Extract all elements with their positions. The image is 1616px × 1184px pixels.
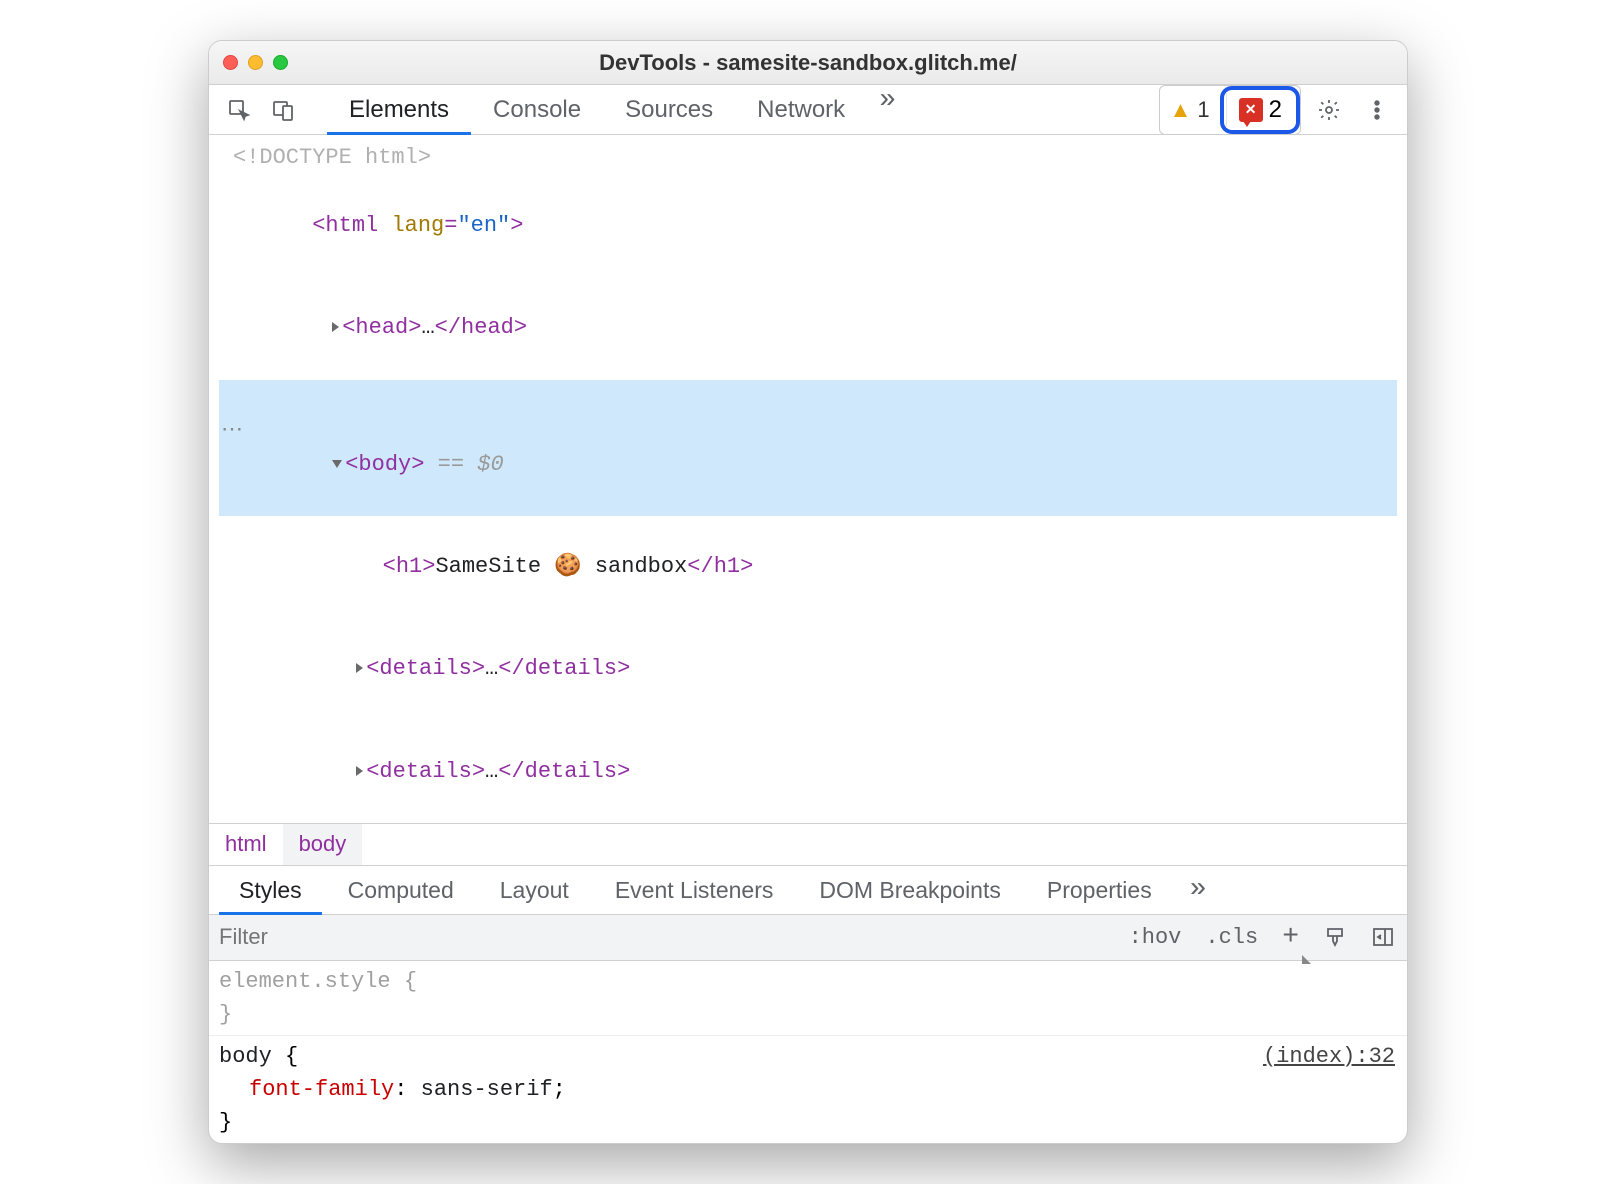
- maximize-window-button[interactable]: [273, 55, 288, 70]
- styles-filter-input[interactable]: [209, 924, 1117, 950]
- inspect-icon[interactable]: [219, 90, 259, 130]
- subtab-styles[interactable]: Styles: [219, 865, 322, 915]
- expand-icon[interactable]: [356, 766, 363, 776]
- subtab-dom-breakpoints[interactable]: DOM Breakpoints: [799, 865, 1021, 915]
- more-tabs-button[interactable]: »: [867, 85, 908, 135]
- error-icon: ✕: [1239, 98, 1263, 122]
- dom-doctype[interactable]: <!DOCTYPE html>: [219, 141, 1397, 175]
- dom-hover-dots[interactable]: ⋯: [221, 414, 243, 448]
- dom-tree[interactable]: <!DOCTYPE html> <html lang="en"> <head>……: [209, 135, 1407, 823]
- warning-counter[interactable]: ▲ 1: [1160, 86, 1220, 134]
- breadcrumb-html[interactable]: html: [209, 824, 283, 865]
- tab-console[interactable]: Console: [471, 85, 603, 135]
- devtools-window: DevTools - samesite-sandbox.glitch.me/ E…: [208, 40, 1408, 1144]
- toolbar-right: ▲ 1 ✕ 2: [1159, 85, 1397, 135]
- styles-toolbar: :hov .cls +: [209, 915, 1407, 961]
- dom-h1[interactable]: <h1>SameSite 🍪 sandbox</h1>: [219, 516, 1397, 618]
- warning-icon: ▲: [1170, 97, 1192, 123]
- highlight-ring: ✕ 2: [1220, 86, 1300, 134]
- styles-subtabs: Styles Computed Layout Event Listeners D…: [209, 865, 1407, 915]
- window-title: DevTools - samesite-sandbox.glitch.me/: [209, 50, 1407, 76]
- body-style-rule[interactable]: (index):32 body { font-family: sans-seri…: [209, 1036, 1407, 1143]
- warning-count: 1: [1197, 97, 1209, 123]
- element-style-rule[interactable]: element.style { }: [209, 961, 1407, 1036]
- more-options-icon[interactable]: [1357, 90, 1397, 130]
- expand-icon[interactable]: [332, 322, 339, 332]
- hover-toggle-button[interactable]: :hov: [1117, 915, 1194, 960]
- dom-details-2[interactable]: <details>…</details>: [219, 721, 1397, 823]
- collapse-icon[interactable]: [332, 460, 342, 468]
- paint-brush-icon[interactable]: [1311, 915, 1359, 960]
- subtab-computed[interactable]: Computed: [328, 865, 474, 915]
- tab-elements[interactable]: Elements: [327, 85, 471, 135]
- dom-breadcrumbs: html body: [209, 823, 1407, 865]
- breadcrumb-body[interactable]: body: [283, 824, 363, 865]
- tab-network[interactable]: Network: [735, 85, 867, 135]
- dom-details-1[interactable]: <details>…</details>: [219, 618, 1397, 720]
- device-toggle-icon[interactable]: [263, 90, 303, 130]
- tab-sources[interactable]: Sources: [603, 85, 735, 135]
- dom-head[interactable]: <head>…</head>: [219, 277, 1397, 379]
- rule-selector: element.style: [219, 969, 391, 994]
- class-toggle-button[interactable]: .cls: [1193, 915, 1270, 960]
- settings-icon[interactable]: [1309, 90, 1349, 130]
- expand-icon[interactable]: [356, 663, 363, 673]
- subtab-layout[interactable]: Layout: [480, 865, 589, 915]
- error-count: 2: [1269, 96, 1282, 124]
- subtab-properties[interactable]: Properties: [1027, 865, 1172, 915]
- error-counter[interactable]: ✕ 2: [1226, 92, 1294, 128]
- close-window-button[interactable]: [223, 55, 238, 70]
- main-tabs: Elements Console Sources Network »: [327, 85, 908, 135]
- toggle-sidebar-icon[interactable]: [1359, 915, 1407, 960]
- more-subtabs-button[interactable]: »: [1178, 874, 1219, 905]
- main-toolbar: Elements Console Sources Network » ▲ 1 ✕…: [209, 85, 1407, 135]
- titlebar: DevTools - samesite-sandbox.glitch.me/: [209, 41, 1407, 85]
- subtab-event-listeners[interactable]: Event Listeners: [595, 865, 794, 915]
- rule-source-link[interactable]: (index):32: [1263, 1040, 1395, 1073]
- dom-body-open[interactable]: ⋯ <body> == $0: [219, 380, 1397, 516]
- dom-html-open[interactable]: <html lang="en">: [219, 175, 1397, 277]
- new-style-rule-button[interactable]: +: [1270, 915, 1311, 960]
- css-value[interactable]: sans-serif: [421, 1077, 553, 1102]
- css-property[interactable]: font-family: [219, 1077, 394, 1102]
- issue-counters: ▲ 1 ✕ 2: [1159, 85, 1301, 135]
- minimize-window-button[interactable]: [248, 55, 263, 70]
- traffic-lights: [223, 55, 288, 70]
- rule-selector: body: [219, 1044, 272, 1069]
